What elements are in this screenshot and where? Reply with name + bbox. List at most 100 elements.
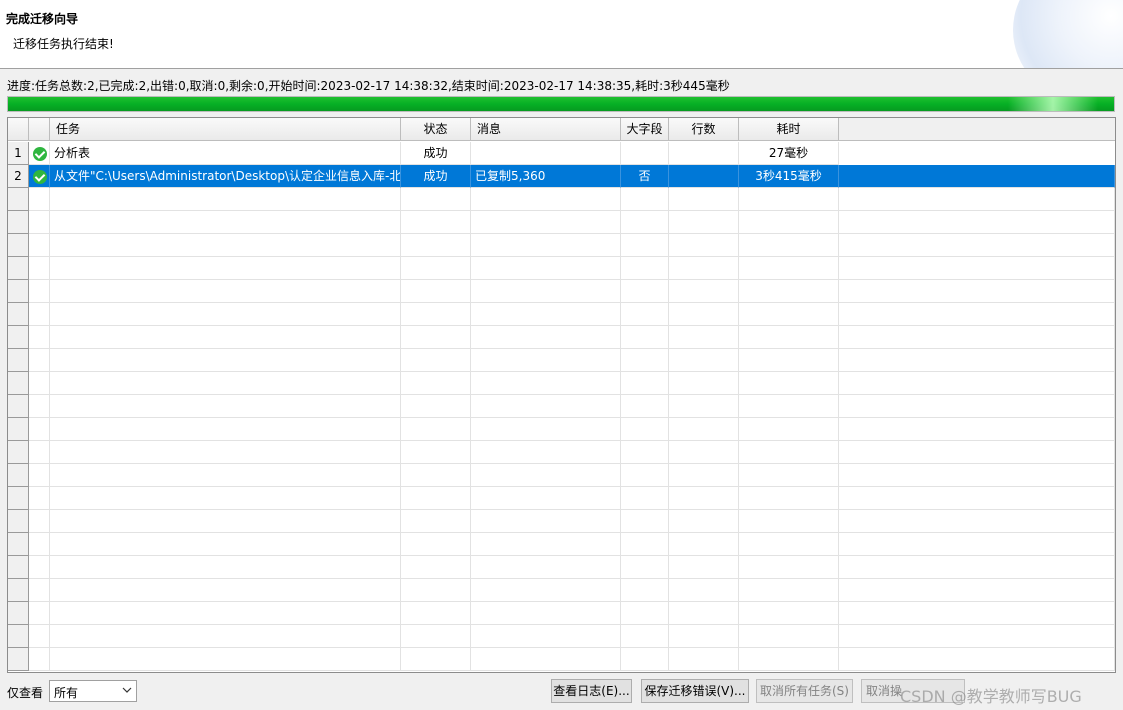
column-header-time[interactable]: 耗时 [739,118,839,141]
empty-cell [739,579,839,602]
row-number [8,510,29,533]
success-check-icon [33,170,47,184]
empty-cell [29,510,50,533]
empty-cell [621,579,669,602]
filter-value: 所有 [54,686,79,700]
row-number [8,625,29,648]
column-header-rowcount[interactable]: 行数 [669,118,739,141]
empty-cell [839,257,1115,280]
empty-cell [29,602,50,625]
save-errors-button[interactable]: 保存迁移错误(V)... [641,679,749,703]
empty-cell [29,395,50,418]
empty-cell [29,257,50,280]
empty-cell [401,303,471,326]
empty-cell [29,211,50,234]
empty-cell [621,303,669,326]
bigfield-cell: 否 [621,165,669,188]
row-number [8,326,29,349]
wizard-title: 完成迁移向导 [6,12,79,26]
empty-cell [839,487,1115,510]
table-row-selected[interactable]: 2 从文件"C:\Users\Administrator\Desktop\认定企… [8,165,1115,188]
empty-cell [669,395,739,418]
empty-cell [669,579,739,602]
empty-cell [621,487,669,510]
empty-cell [621,556,669,579]
empty-cell [839,464,1115,487]
task-grid[interactable]: 任务 状态 消息 大字段 行数 耗时 1 分析表 成功 27毫秒 2 从文件"C… [7,117,1116,673]
task-cell: 从文件"C:\Users\Administrator\Desktop\认定企业信… [50,165,401,188]
empty-cell [669,441,739,464]
empty-cell [839,188,1115,211]
filter-select[interactable]: 所有 [49,680,137,702]
empty-cell [739,372,839,395]
empty-cell [839,326,1115,349]
empty-cell [29,349,50,372]
empty-cell [739,234,839,257]
empty-cell [471,234,621,257]
empty-cell [839,602,1115,625]
empty-cell [471,188,621,211]
empty-cell [739,326,839,349]
empty-cell [29,533,50,556]
wizard-subtitle: 迁移任务执行结束! [13,37,114,51]
empty-cell [669,556,739,579]
empty-cell [471,349,621,372]
empty-cell [401,395,471,418]
empty-cell [50,441,401,464]
empty-cell [739,395,839,418]
empty-cell [50,648,401,671]
header-rownum-corner [8,118,29,141]
empty-cell [839,648,1115,671]
empty-cell [50,188,401,211]
empty-cell [29,372,50,395]
empty-cell [50,257,401,280]
empty-cell [621,257,669,280]
empty-cell [669,234,739,257]
empty-cell [50,326,401,349]
row-number [8,280,29,303]
empty-cell [739,188,839,211]
empty-cell [621,188,669,211]
column-header-message[interactable]: 消息 [471,118,621,141]
time-cell: 27毫秒 [739,142,839,165]
empty-cell [839,395,1115,418]
empty-row [8,487,1115,510]
empty-row [8,510,1115,533]
row-number [8,372,29,395]
empty-cell [739,464,839,487]
empty-cell [471,257,621,280]
empty-cell [29,579,50,602]
view-log-button[interactable]: 查看日志(E)... [551,679,632,703]
empty-cell [471,533,621,556]
empty-cell [471,602,621,625]
empty-cell [669,648,739,671]
empty-cell [839,372,1115,395]
cancel-all-button[interactable]: 取消所有任务(S) [756,679,853,703]
empty-cell [29,234,50,257]
table-row[interactable]: 1 分析表 成功 27毫秒 [8,142,1115,165]
empty-cell [739,533,839,556]
row-number [8,533,29,556]
empty-cell [669,303,739,326]
empty-row [8,441,1115,464]
row-number [8,234,29,257]
empty-cell [839,349,1115,372]
row-number [8,211,29,234]
rowcount-cell [669,165,739,188]
empty-cell [29,648,50,671]
column-header-status[interactable]: 状态 [401,118,471,141]
empty-cell [621,533,669,556]
empty-cell [471,510,621,533]
empty-cell [621,372,669,395]
column-header-task[interactable]: 任务 [50,118,401,141]
empty-cell [739,257,839,280]
empty-cell [29,326,50,349]
row-number [8,441,29,464]
empty-cell [621,349,669,372]
empty-cell [471,441,621,464]
empty-cell [621,441,669,464]
empty-cell [471,280,621,303]
column-header-bigfield[interactable]: 大字段 [621,118,669,141]
empty-cell [401,579,471,602]
empty-cell [621,326,669,349]
